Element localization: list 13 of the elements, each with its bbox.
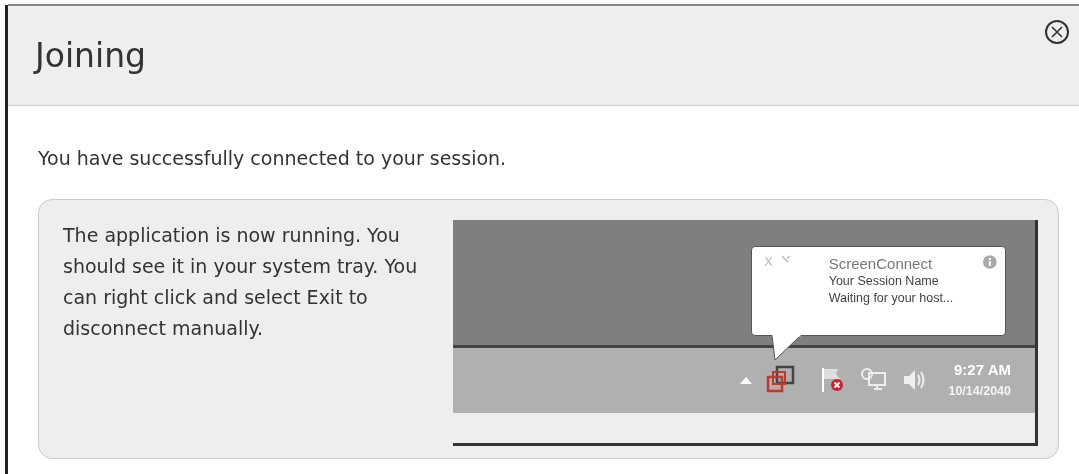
balloon-session-name: Your Session Name xyxy=(828,272,940,290)
clock-date: 10/14/2040 xyxy=(948,383,1011,400)
dialog-title: Joining xyxy=(35,34,147,77)
info-icon xyxy=(983,254,997,269)
balloon-app-name: ScreenConnect xyxy=(828,254,934,273)
close-button[interactable] xyxy=(1045,20,1069,44)
balloon-close[interactable]: X xyxy=(764,254,773,335)
instructions-text: The application is now running. You should see it in your system tray. You can right click and select Exit to disconnect manually. xyxy=(63,222,419,341)
success-message: You have successfully connected to your session. xyxy=(38,146,508,171)
close-icon xyxy=(1050,25,1064,39)
app-tray-icon[interactable] xyxy=(766,365,797,395)
balloon-status: Waiting for your host... xyxy=(828,289,955,307)
clock-time: 9:27 AM xyxy=(954,360,1011,380)
